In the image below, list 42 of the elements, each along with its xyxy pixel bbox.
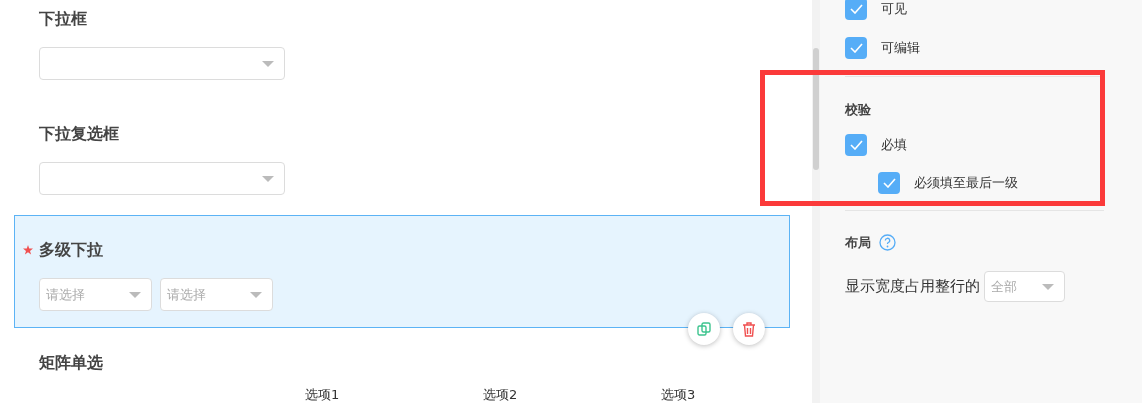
caret-icon [262, 60, 274, 67]
help-icon[interactable] [879, 233, 896, 251]
placeholder-text: 请选择 [167, 285, 206, 304]
check-icon [849, 139, 863, 150]
select-field[interactable] [39, 47, 285, 80]
width-select[interactable]: 全部 [984, 271, 1065, 302]
delete-button[interactable] [733, 313, 765, 345]
checkbox-label: 必须填至最后一级 [914, 173, 1018, 192]
field-card[interactable]: 多级下拉 请选择 请选择 [14, 215, 790, 328]
checkbox-label: 可编辑 [881, 39, 920, 58]
caret-icon [250, 291, 262, 298]
copy-icon [697, 322, 711, 336]
select-field[interactable] [39, 162, 285, 195]
placeholder-text: 请选择 [46, 285, 85, 304]
column-header: 选项1 [305, 386, 341, 403]
select-field[interactable]: 请选择 [160, 278, 273, 311]
select-value: 全部 [991, 277, 1017, 296]
check-icon [882, 177, 896, 188]
trash-icon [742, 321, 756, 337]
caret-icon [262, 175, 274, 182]
section-title: 校验 [845, 101, 872, 119]
field-label: 矩阵单选 [39, 352, 103, 374]
caret-icon [1042, 283, 1054, 290]
checkbox[interactable] [845, 37, 867, 59]
field-label: 下拉框 [39, 8, 87, 30]
section-title: 布局 [845, 233, 871, 252]
field-label: 下拉复选框 [39, 123, 119, 145]
checkbox[interactable] [845, 133, 867, 156]
select-field[interactable]: 请选择 [39, 278, 152, 311]
scrollbar-thumb[interactable] [813, 48, 819, 170]
check-icon [849, 4, 863, 14]
field-label: 多级下拉 [39, 239, 103, 261]
checkbox[interactable] [878, 171, 900, 194]
column-header: 选项3 [661, 386, 696, 403]
checkbox-label: 必填 [881, 135, 907, 154]
checkbox-label: 可见 [881, 0, 907, 19]
width-label: 显示宽度占用整行的 [845, 276, 980, 298]
checkbox[interactable] [845, 0, 867, 20]
copy-button[interactable] [688, 313, 720, 345]
check-icon [849, 43, 863, 53]
column-header: 选项2 [483, 386, 519, 403]
caret-icon [129, 291, 141, 298]
